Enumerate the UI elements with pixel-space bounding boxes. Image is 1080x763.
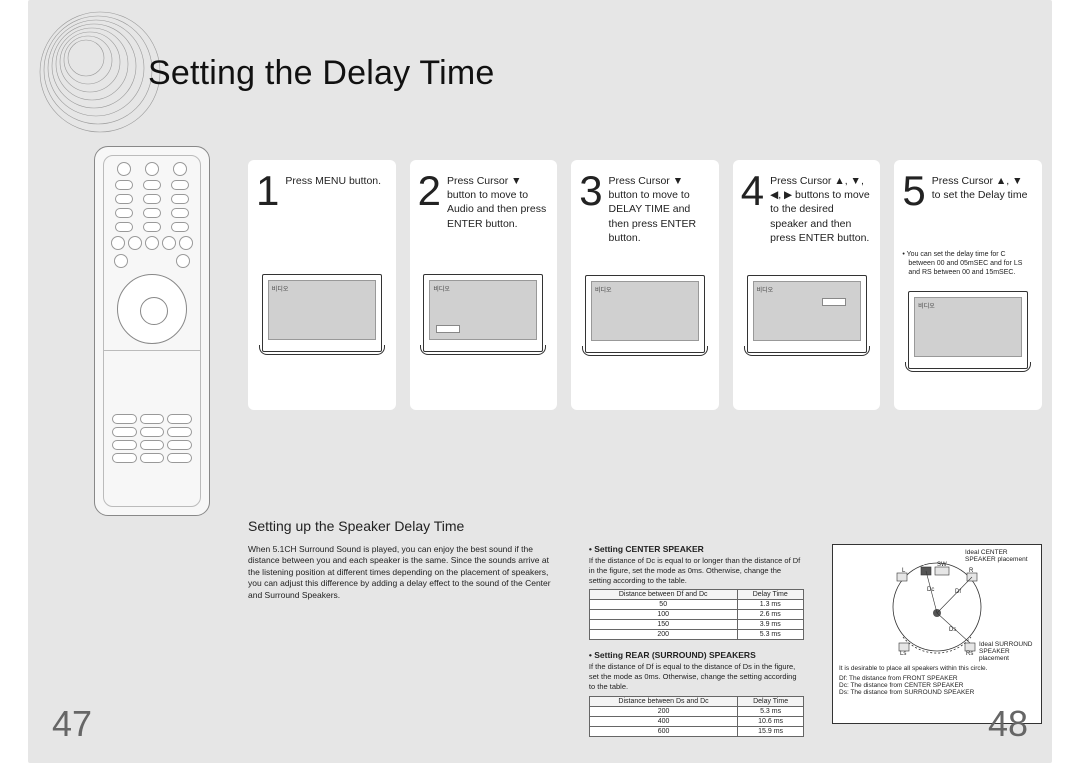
- step-text: Press Cursor ▼ button to move to Audio a…: [447, 170, 549, 231]
- svg-text:Dc: Dc: [927, 587, 934, 593]
- step-card: 5 Press Cursor ▲, ▼ to set the Delay tim…: [894, 160, 1042, 410]
- step-note: • You can set the delay time for C betwe…: [902, 250, 1034, 277]
- svg-text:Df: Df: [955, 589, 961, 595]
- step-card: 3 Press Cursor ▼ button to move to DELAY…: [571, 160, 719, 410]
- center-speaker-text: If the distance of Dc is equal to or lon…: [589, 556, 804, 585]
- rear-delay-table: Distance between Ds and DcDelay Time 200…: [589, 696, 804, 737]
- page-title: Setting the Delay Time: [148, 54, 494, 93]
- speaker-placement-diagram: Ideal CENTER SPEAKER placement: [832, 544, 1042, 724]
- steps-row: 1 Press MENU button. 비디오 2 Press Cursor …: [248, 160, 1042, 410]
- center-delay-table: Distance between Df and DcDelay Time 501…: [589, 589, 804, 640]
- center-speaker-heading: • Setting CENTER SPEAKER: [589, 544, 804, 554]
- svg-text:R: R: [969, 568, 974, 574]
- svg-text:Ds: Ds: [949, 627, 956, 633]
- step-text: Press MENU button.: [285, 170, 381, 188]
- step-card: 2 Press Cursor ▼ button to move to Audio…: [410, 160, 558, 410]
- ideal-surround-label: Ideal SURROUND SPEAKER placement: [979, 641, 1035, 662]
- tv-screen-icon: 비디오: [262, 274, 382, 352]
- step-number: 5: [902, 170, 925, 212]
- svg-text:Ls: Ls: [900, 651, 906, 657]
- step-text: Press Cursor ▼ button to move to DELAY T…: [609, 170, 711, 245]
- svg-text:C: C: [923, 562, 928, 568]
- step-text: Press Cursor ▲, ▼ to set the Delay time: [932, 170, 1034, 202]
- ideal-center-label: Ideal CENTER SPEAKER placement: [965, 549, 1035, 563]
- svg-text:Rs: Rs: [966, 651, 973, 657]
- setup-tables: • Setting CENTER SPEAKER If the distance…: [589, 544, 804, 747]
- tv-screen-icon: 비디오: [908, 291, 1028, 369]
- tv-screen-icon: 비디오: [747, 275, 867, 353]
- page-number-right: 48: [988, 703, 1028, 745]
- step-number: 4: [741, 170, 764, 212]
- remote-dpad-icon: [117, 274, 187, 344]
- setup-body-text: When 5.1CH Surround Sound is played, you…: [248, 544, 561, 747]
- page-number-left: 47: [52, 703, 92, 745]
- svg-text:SW: SW: [937, 562, 947, 568]
- tv-screen-icon: 비디오: [585, 275, 705, 353]
- step-number: 3: [579, 170, 602, 212]
- diagram-caption: It is desirable to place all speakers wi…: [839, 665, 1035, 673]
- setup-heading: Setting up the Speaker Delay Time: [248, 518, 1042, 534]
- rear-speaker-heading: • Setting REAR (SURROUND) SPEAKERS: [589, 650, 804, 660]
- step-number: 1: [256, 170, 279, 212]
- step-card: 4 Press Cursor ▲, ▼, ◀, ▶ buttons to mov…: [733, 160, 881, 410]
- rear-speaker-text: If the distance of Df is equal to the di…: [589, 662, 804, 691]
- remote-control-illustration: [94, 146, 210, 516]
- step-text: Press Cursor ▲, ▼, ◀, ▶ buttons to move …: [770, 170, 872, 245]
- diagram-legend: Df: The distance from FRONT SPEAKER Dc: …: [839, 675, 1035, 696]
- step-card: 1 Press MENU button. 비디오: [248, 160, 396, 410]
- manual-page: Setting the Delay Time 1 Press: [28, 0, 1052, 763]
- setup-section: Setting up the Speaker Delay Time When 5…: [248, 518, 1042, 747]
- tv-screen-icon: 비디오: [423, 274, 543, 352]
- step-number: 2: [418, 170, 441, 212]
